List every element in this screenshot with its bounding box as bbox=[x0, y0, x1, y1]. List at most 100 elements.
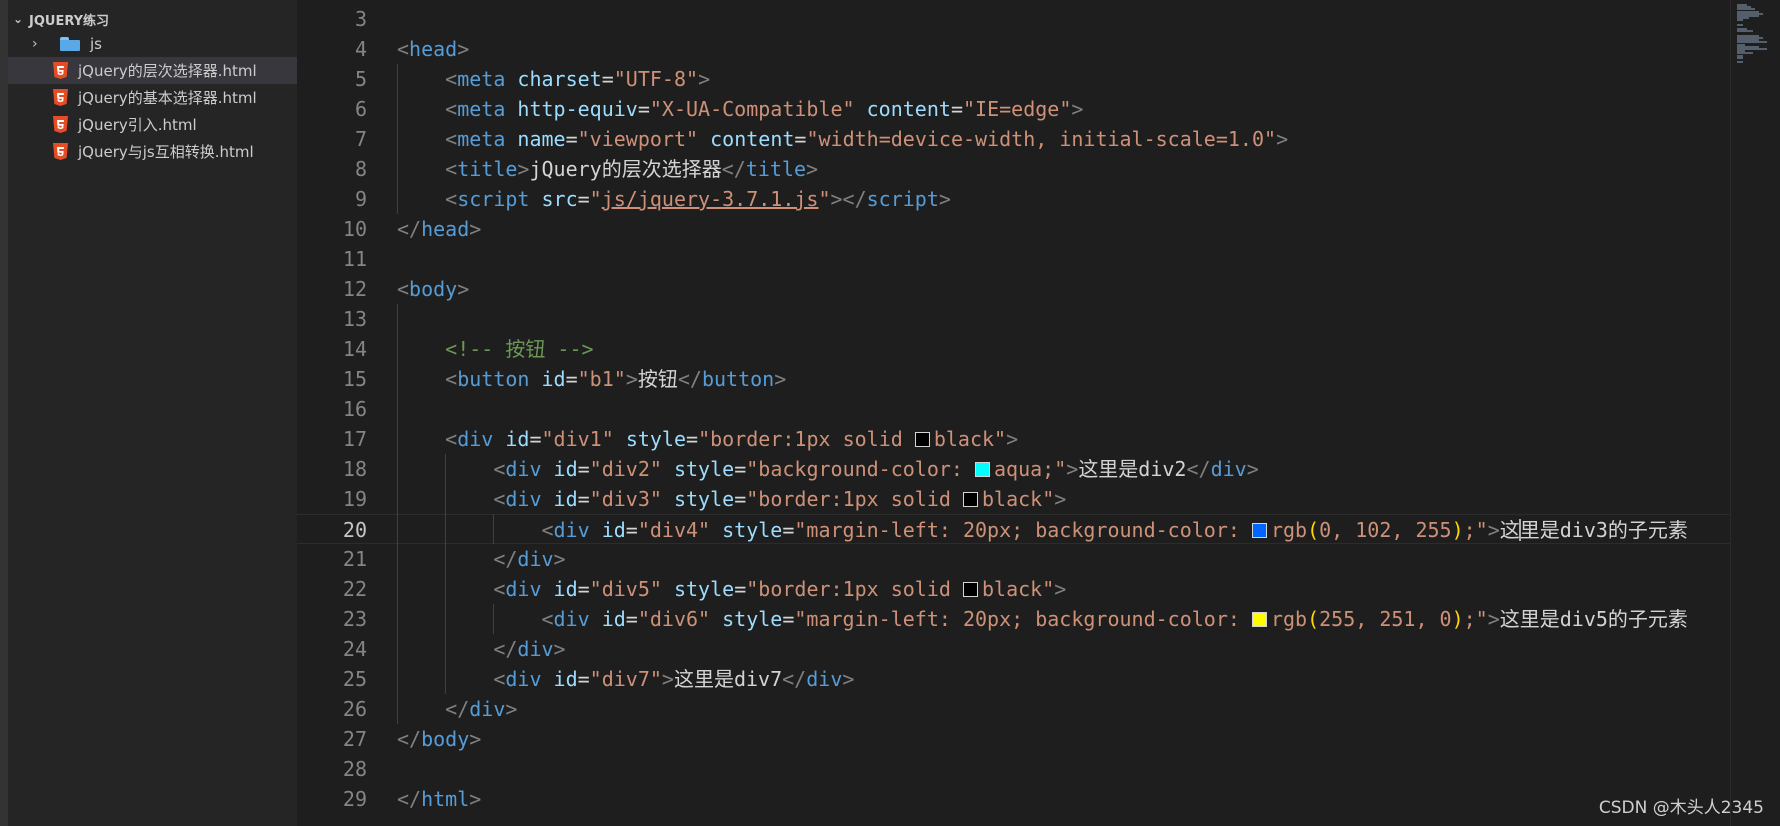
code-token: http-equiv bbox=[517, 97, 638, 121]
code-line[interactable]: 18 <div id="div2" style="background-color… bbox=[297, 454, 1730, 484]
code-line[interactable]: 29 </html> bbox=[297, 784, 1730, 814]
code-token: "viewport" bbox=[577, 127, 699, 151]
code-text: <div id="div5" style="border:1px solid b… bbox=[493, 574, 1066, 604]
line-number: 29 bbox=[342, 787, 367, 811]
code-line[interactable]: 22 <div id="div5" style="border:1px solid… bbox=[297, 574, 1730, 604]
explorer-file-item[interactable]: jQuery引入.html bbox=[8, 111, 297, 138]
code-token: body bbox=[421, 727, 470, 751]
code-editor[interactable]: 3 4 <head> 5 <meta charset="UTF-8"> 6 <meta ht… bbox=[297, 0, 1730, 826]
code-token: < bbox=[493, 457, 506, 481]
code-line[interactable]: 5 <meta charset="UTF-8"> bbox=[297, 64, 1730, 94]
explorer-file-item[interactable]: jQuery的层次选择器.html bbox=[8, 57, 297, 84]
code-line[interactable]: 4 <head> bbox=[297, 34, 1730, 64]
code-text: <meta name="viewport" content="width=dev… bbox=[445, 124, 1288, 154]
code-token: " bbox=[818, 187, 831, 211]
code-token: title bbox=[457, 157, 518, 181]
code-token: meta bbox=[457, 67, 506, 91]
code-token: </ bbox=[493, 637, 518, 661]
code-token: "border:1px solid bbox=[698, 427, 915, 451]
code-token: > bbox=[661, 667, 674, 691]
code-token: < bbox=[541, 518, 554, 542]
color-swatch-icon[interactable] bbox=[1251, 523, 1267, 538]
code-line[interactable]: 12 <body> bbox=[297, 274, 1730, 304]
code-token: ) bbox=[1451, 518, 1464, 542]
code-token: > bbox=[806, 157, 819, 181]
code-token: = bbox=[734, 457, 747, 481]
code-token: script bbox=[457, 187, 530, 211]
code-token: "border:1px solid bbox=[746, 487, 963, 511]
code-token: "div1" bbox=[541, 427, 614, 451]
code-line[interactable]: 28 bbox=[297, 754, 1730, 784]
code-line[interactable]: 25 <div id="div7">这里是div7</div> bbox=[297, 664, 1730, 694]
explorer-root-folder[interactable]: ⌄ JQUERY练习 bbox=[8, 8, 297, 30]
color-swatch-icon[interactable] bbox=[962, 492, 978, 507]
code-token: rgb bbox=[1270, 607, 1308, 631]
code-line[interactable]: 8 <title>jQuery的层次选择器</title> bbox=[297, 154, 1730, 184]
code-line[interactable]: 21 </div> bbox=[297, 544, 1730, 574]
code-line[interactable]: 7 <meta name="viewport" content="width=de… bbox=[297, 124, 1730, 154]
code-line[interactable]: 15 <button id="b1">按钮</button> bbox=[297, 364, 1730, 394]
code-token: div bbox=[505, 667, 542, 691]
color-swatch-icon[interactable] bbox=[1251, 612, 1267, 627]
code-line[interactable]: 26 </div> bbox=[297, 694, 1730, 724]
code-token: div bbox=[553, 607, 590, 631]
line-number: 27 bbox=[342, 727, 367, 751]
code-line[interactable]: 20 <div id="div4" style="margin-left: 20p… bbox=[297, 514, 1730, 544]
code-token: < bbox=[445, 157, 458, 181]
code-token: "div6" bbox=[637, 607, 711, 631]
explorer-item-label: jQuery的层次选择器.html bbox=[78, 62, 257, 80]
code-token: "div7" bbox=[589, 667, 662, 691]
code-token: head bbox=[421, 217, 470, 241]
code-token: 这 bbox=[1499, 518, 1520, 542]
code-token: "border:1px solid bbox=[746, 577, 963, 601]
explorer-file-item[interactable]: jQuery的基本选择器.html bbox=[8, 84, 297, 111]
minimap-line bbox=[1737, 56, 1743, 59]
code-line[interactable]: 27 </body> bbox=[297, 724, 1730, 754]
code-line[interactable]: 23 <div id="div6" style="margin-left: 20p… bbox=[297, 604, 1730, 634]
code-line[interactable]: 11 bbox=[297, 244, 1730, 274]
code-token: < bbox=[445, 127, 458, 151]
line-number: 10 bbox=[342, 217, 367, 241]
code-token: "background-color: bbox=[746, 457, 976, 481]
code-text: </div> bbox=[493, 544, 565, 574]
code-token: = bbox=[625, 607, 638, 631]
minimap[interactable] bbox=[1730, 0, 1780, 826]
code-line[interactable]: 3 bbox=[297, 4, 1730, 34]
code-token: black" bbox=[981, 577, 1055, 601]
code-token: body bbox=[409, 277, 458, 301]
line-number: 5 bbox=[354, 67, 367, 91]
code-token: > bbox=[469, 217, 482, 241]
color-swatch-icon[interactable] bbox=[975, 462, 991, 477]
code-token: < bbox=[541, 607, 554, 631]
code-token: <!-- 按钮 --> bbox=[445, 337, 594, 361]
line-number: 21 bbox=[342, 547, 367, 571]
code-token: > bbox=[698, 67, 711, 91]
code-token: = bbox=[794, 127, 807, 151]
explorer-folder-item[interactable]: › js bbox=[8, 30, 297, 57]
line-number: 3 bbox=[354, 7, 367, 31]
code-token: meta bbox=[457, 127, 506, 151]
code-line[interactable]: 10 </head> bbox=[297, 214, 1730, 244]
code-line[interactable]: 17 <div id="div1" style="border:1px solid… bbox=[297, 424, 1730, 454]
code-token: id bbox=[553, 577, 578, 601]
code-line[interactable]: 13 bbox=[297, 304, 1730, 334]
color-swatch-icon[interactable] bbox=[914, 432, 930, 447]
code-line[interactable]: 9 <script src="js/jquery-3.7.1.js"></scri… bbox=[297, 184, 1730, 214]
code-token: = bbox=[734, 487, 747, 511]
code-token: div bbox=[505, 487, 542, 511]
html5-file-icon bbox=[53, 116, 68, 133]
code-line[interactable]: 16 bbox=[297, 394, 1730, 424]
code-line[interactable]: 6 <meta http-equiv="X-UA-Compatible" cont… bbox=[297, 94, 1730, 124]
code-line[interactable]: 24 </div> bbox=[297, 634, 1730, 664]
code-token: = bbox=[577, 667, 590, 691]
explorer-file-item[interactable]: jQuery与js互相转换.html bbox=[8, 138, 297, 165]
code-line[interactable]: 14 <!-- 按钮 --> bbox=[297, 334, 1730, 364]
code-token: </ bbox=[721, 157, 746, 181]
color-swatch-icon[interactable] bbox=[962, 582, 978, 597]
code-line[interactable]: 19 <div id="div3" style="border:1px solid… bbox=[297, 484, 1730, 514]
code-token: button bbox=[457, 367, 530, 391]
